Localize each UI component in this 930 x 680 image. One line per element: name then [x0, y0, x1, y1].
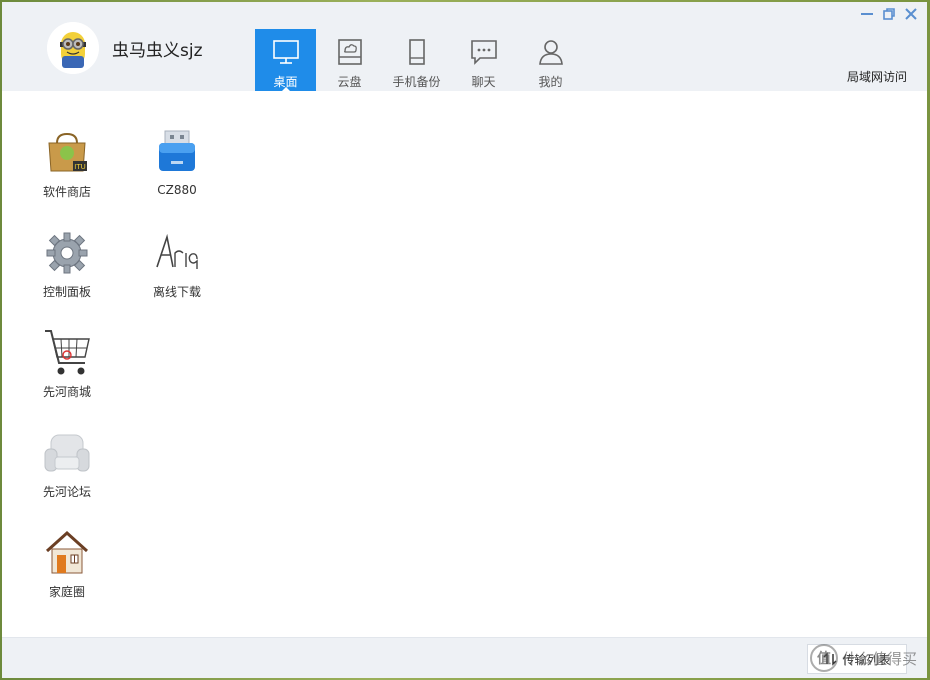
tab-phone-backup[interactable]: 手机备份 [383, 29, 450, 91]
main-nav: 桌面 云盘 手机备份 聊天 我的 [255, 29, 584, 92]
tab-chat[interactable]: 聊天 [450, 29, 517, 91]
desktop-area: ITU 软件商店 CZ880 控制面板 离线下载 先河商城 先河论坛 家庭圈 [2, 91, 927, 638]
app-label: 软件商店 [42, 185, 91, 199]
footer-bar: 传输列表 值 什么值得买 [2, 637, 927, 678]
maximize-icon[interactable] [881, 6, 897, 22]
close-icon[interactable] [903, 6, 919, 22]
monitor-icon [272, 40, 299, 64]
header-bar: 虫马虫义sjz 桌面 云盘 手机备份 聊天 我的 局域网访问 [2, 2, 927, 92]
shopping-cart-icon [43, 329, 91, 377]
app-xianhe-mall[interactable]: 先河商城 [22, 329, 112, 400]
app-store-icon: ITU [43, 129, 91, 177]
app-label: 先河论坛 [42, 485, 91, 499]
window-controls [859, 6, 919, 22]
cloud-disk-icon [337, 39, 362, 65]
app-control-panel[interactable]: 控制面板 [22, 229, 112, 300]
usb-drive-icon [153, 129, 201, 177]
app-label: 家庭圈 [48, 585, 85, 599]
app-xianhe-forum[interactable]: 先河论坛 [22, 429, 112, 500]
app-software-store[interactable]: ITU 软件商店 [22, 129, 112, 200]
house-icon [43, 529, 91, 577]
app-family-circle[interactable]: 家庭圈 [22, 529, 112, 600]
user-icon [538, 40, 563, 65]
app-cz880[interactable]: CZ880 [132, 129, 222, 197]
tab-desktop[interactable]: 桌面 [255, 29, 316, 92]
lan-access-link[interactable]: 局域网访问 [847, 68, 907, 85]
watermark-text: 什么值得买 [841, 649, 917, 668]
aria-download-icon [153, 229, 201, 277]
sofa-icon [43, 429, 91, 477]
username: 虫马虫义sjz [112, 41, 203, 61]
tab-cloud[interactable]: 云盘 [316, 29, 383, 91]
tab-label: 我的 [538, 75, 563, 89]
tab-label: 聊天 [471, 75, 496, 89]
phone-icon [408, 39, 425, 65]
app-label: 控制面板 [42, 285, 91, 299]
tab-label: 云盘 [337, 75, 362, 89]
minimize-icon[interactable] [859, 6, 875, 22]
watermark-logo-icon: 值 [809, 644, 838, 672]
avatar[interactable] [47, 22, 99, 74]
app-offline-download[interactable]: 离线下载 [132, 229, 222, 300]
gear-icon [43, 229, 91, 277]
app-label: 离线下载 [152, 285, 201, 299]
chat-icon [470, 40, 497, 65]
tab-label: 手机备份 [392, 75, 441, 89]
watermark: 值 什么值得买 [809, 644, 917, 672]
app-window: 虫马虫义sjz 桌面 云盘 手机备份 聊天 我的 局域网访问 ITU 软件商店 … [2, 2, 927, 678]
app-label: CZ880 [157, 183, 197, 197]
tab-mine[interactable]: 我的 [517, 29, 584, 91]
app-label: 先河商城 [42, 385, 91, 399]
svg-text:ITU: ITU [74, 163, 85, 171]
